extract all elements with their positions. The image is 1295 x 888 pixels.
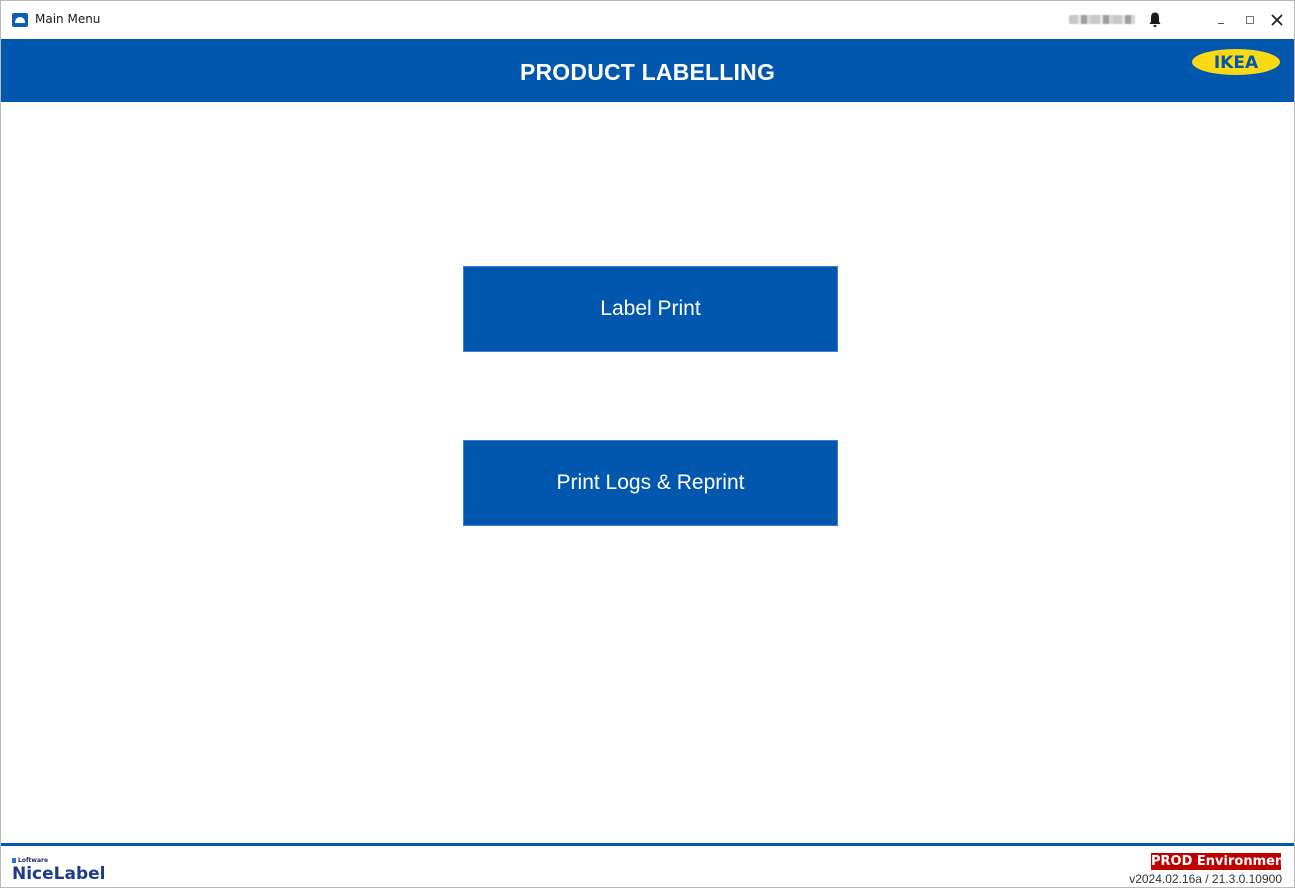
- loftware-icon: [12, 857, 16, 863]
- user-name-blurred: [1069, 15, 1135, 24]
- app-icon: [12, 13, 28, 27]
- version-text: v2024.02.16a / 21.3.0.10900: [1129, 872, 1282, 886]
- print-logs-reprint-button[interactable]: Print Logs & Reprint: [463, 440, 838, 526]
- maximize-icon: [1246, 16, 1254, 24]
- window-title: Main Menu: [35, 12, 101, 26]
- maximize-button[interactable]: [1236, 7, 1264, 33]
- title-bar: Main Menu: [1, 1, 1294, 39]
- footer-divider: [1, 843, 1294, 846]
- app-header: PRODUCT LABELLING IKEA: [1, 39, 1294, 102]
- page-title: PRODUCT LABELLING: [519, 59, 776, 85]
- ikea-logo-text: IKEA: [1214, 53, 1259, 73]
- ikea-logo: IKEA: [1191, 47, 1281, 77]
- loftware-text: Loftware: [18, 856, 49, 864]
- app-window: Main Menu PRODUCT LABELLING IKEA Label P…: [0, 0, 1295, 888]
- minimize-icon: [1218, 23, 1224, 24]
- close-icon: [1271, 14, 1283, 26]
- minimize-button[interactable]: [1208, 7, 1236, 33]
- print-logs-reprint-button-label: Print Logs & Reprint: [556, 471, 745, 494]
- environment-badge: PROD Environment: [1151, 853, 1281, 870]
- bell-icon[interactable]: [1147, 11, 1163, 29]
- label-print-button[interactable]: Label Print: [463, 266, 838, 352]
- nicelabel-text: NiceLabel: [12, 864, 106, 884]
- close-button[interactable]: [1263, 7, 1291, 33]
- nicelabel-logo: Loftware NiceLabel: [12, 856, 106, 884]
- label-print-button-label: Label Print: [600, 297, 701, 320]
